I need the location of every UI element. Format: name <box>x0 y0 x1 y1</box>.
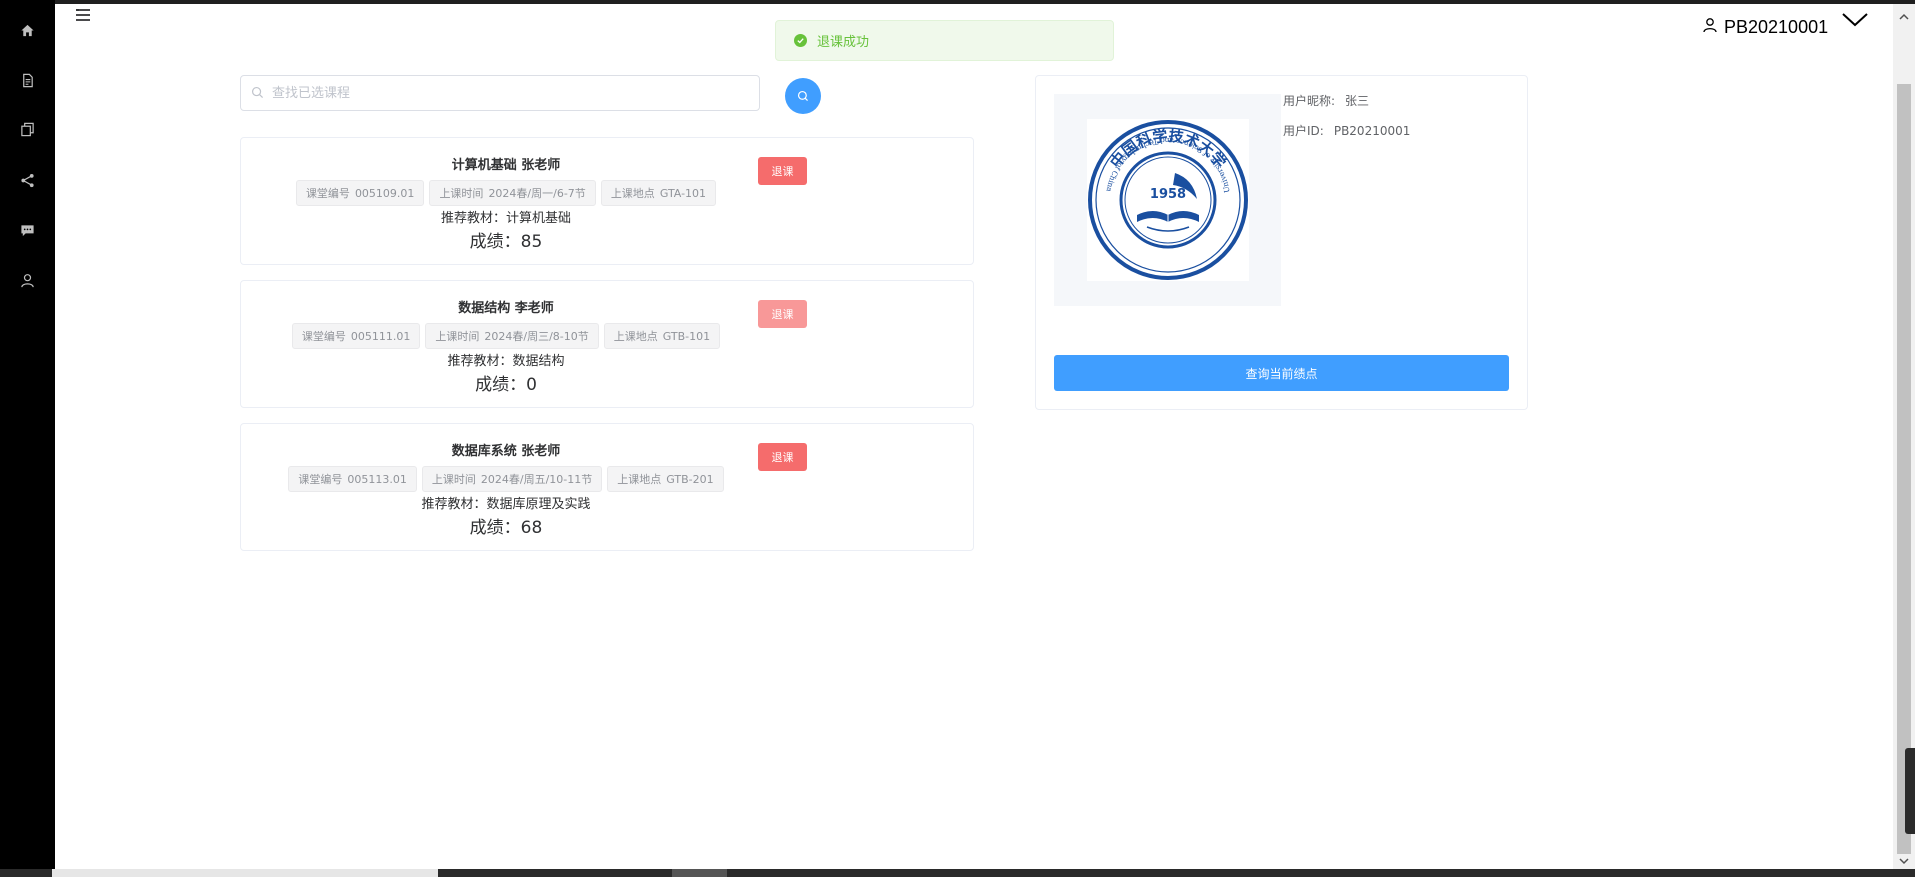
window-top-border <box>0 0 1915 4</box>
chevron-down-icon[interactable] <box>1842 12 1868 28</box>
class-id-tag: 课堂编号 005111.01 <box>291 323 421 349</box>
search-button[interactable] <box>785 78 821 114</box>
taskbar-item[interactable] <box>672 869 727 877</box>
textbook: 推荐教材：计算机基础 <box>440 211 572 226</box>
document-icon[interactable] <box>18 71 36 89</box>
class-location-tag: 上课地点 GTA-101 <box>600 180 717 206</box>
scroll-down-icon[interactable] <box>1898 852 1910 865</box>
university-logo: 中国科学技术大学 University of Science and Techn… <box>1087 119 1249 281</box>
drop-course-button[interactable]: 退课 <box>758 157 807 185</box>
score: 成绩：85 <box>469 232 543 252</box>
user-id-row: 用户ID: PB20210001 <box>1283 124 1411 138</box>
class-id-tag: 课堂编号 005113.01 <box>288 466 417 492</box>
nickname-value: 张三 <box>1345 94 1370 108</box>
drop-course-button[interactable]: 退课 <box>758 443 807 471</box>
username: PB20210001 <box>1724 16 1829 37</box>
textbook: 推荐教材：数据库原理及实践 <box>421 497 591 512</box>
class-id-tag: 课堂编号 005109.01 <box>295 180 425 206</box>
home-icon[interactable] <box>18 21 36 39</box>
side-widget[interactable] <box>1905 748 1915 834</box>
avatar: 中国科学技术大学 University of Science and Techn… <box>1054 94 1281 306</box>
course-title: 数据结构 李老师 <box>458 301 554 316</box>
user-icon <box>1702 17 1718 37</box>
user-menu[interactable]: PB20210001 <box>1702 14 1828 40</box>
profile-card: 中国科学技术大学 University of Science and Techn… <box>1035 75 1528 410</box>
class-location-tag: 上课地点 GTB-101 <box>603 323 721 349</box>
scroll-up-icon[interactable] <box>1898 8 1910 20</box>
search-field[interactable] <box>240 75 760 111</box>
score: 成绩：68 <box>469 518 543 538</box>
success-toast: 退课成功 <box>775 20 1114 61</box>
toast-message: 退课成功 <box>817 35 870 50</box>
class-location-tag: 上课地点 GTB-201 <box>607 466 724 492</box>
score: 成绩：0 <box>475 375 537 395</box>
nickname-row: 用户昵称: 张三 <box>1283 94 1370 108</box>
course-card: 计算机基础 张老师 课堂编号 005109.01 上课时间 2024春/周一/6-7… <box>240 137 974 265</box>
query-gpa-button[interactable]: 查询当前绩点 <box>1054 355 1509 391</box>
class-time-tag: 上课时间 2024春/周一/6-7节 <box>429 180 596 206</box>
taskbar-item[interactable] <box>52 869 438 877</box>
scrollbar[interactable] <box>1893 4 1915 871</box>
sidebar <box>0 0 55 877</box>
user-id-value: PB20210001 <box>1333 124 1411 138</box>
menu-toggle-icon[interactable] <box>75 7 91 23</box>
textbook: 推荐教材：数据结构 <box>447 354 565 369</box>
class-time-tag: 上课时间 2024春/周五/10-11节 <box>421 466 603 492</box>
drop-course-button[interactable]: 退课 <box>758 300 807 328</box>
logo-year: 1958 <box>1150 187 1186 202</box>
scroll-thumb[interactable] <box>1897 84 1911 854</box>
chat-icon[interactable] <box>18 221 36 239</box>
user-icon[interactable] <box>18 271 36 289</box>
course-title: 计算机基础 张老师 <box>451 158 561 173</box>
search-icon <box>797 87 809 106</box>
search-input[interactable] <box>270 84 734 102</box>
course-card: 数据结构 李老师 课堂编号 005111.01 上课时间 2024春/周三/8-10… <box>240 280 974 408</box>
taskbar <box>0 869 1915 877</box>
copy-icon[interactable] <box>18 120 36 138</box>
class-time-tag: 上课时间 2024春/周三/8-10节 <box>425 323 599 349</box>
search-icon <box>251 84 264 103</box>
share-icon[interactable] <box>18 171 36 189</box>
course-title: 数据库系统 张老师 <box>451 444 561 459</box>
check-circle-icon <box>794 34 807 47</box>
course-card: 数据库系统 张老师 课堂编号 005113.01 上课时间 2024春/周五/10-… <box>240 423 974 551</box>
